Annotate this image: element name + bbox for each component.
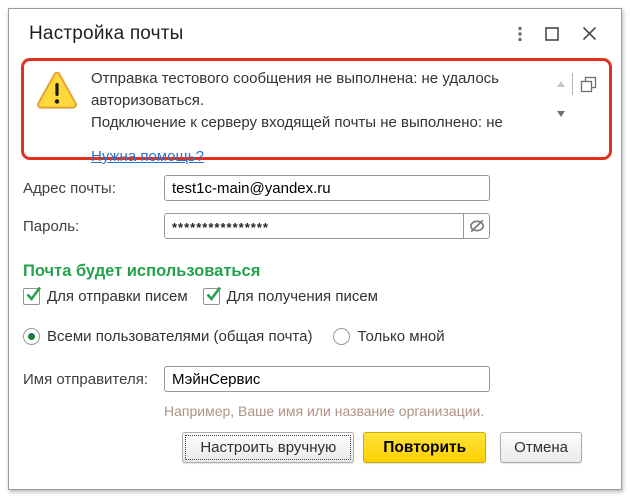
alert-scroll-controls <box>557 68 603 151</box>
radio-label: Только мной <box>357 328 444 345</box>
radio-circle[interactable] <box>23 328 40 345</box>
radio-all-users[interactable]: Всеми пользователями (общая почта) <box>23 328 312 345</box>
eye-slash-icon[interactable] <box>463 214 489 238</box>
divider <box>572 73 573 95</box>
configure-manually-button[interactable]: Настроить вручную <box>182 432 354 463</box>
password-row: Пароль: <box>23 213 621 239</box>
alert-line: авторизоваться. <box>91 90 557 112</box>
alert-line: Подключение к серверу входящей почты не … <box>91 112 557 134</box>
checkbox-send-mail[interactable]: Для отправки писем <box>23 288 188 305</box>
checkbox-receive-mail[interactable]: Для получения писем <box>203 288 378 305</box>
mail-settings-dialog: Настройка почты <box>8 8 622 490</box>
titlebar: Настройка почты <box>9 9 621 58</box>
alert-line: Отправка тестового сообщения не выполнен… <box>91 68 557 90</box>
sender-name-field[interactable] <box>164 366 490 392</box>
help-link[interactable]: Нужна помощь? <box>91 148 204 165</box>
email-field[interactable] <box>164 175 490 201</box>
checkbox-box[interactable] <box>23 288 40 305</box>
password-field-wrap <box>164 213 490 239</box>
scroll-down-icon[interactable] <box>557 111 565 117</box>
radio-circle[interactable] <box>333 328 350 345</box>
error-alert: Отправка тестового сообщения не выполнен… <box>21 58 612 160</box>
menu-dots-icon[interactable] <box>518 25 522 43</box>
usage-section-header: Почта будет использоваться <box>23 262 621 281</box>
radio-dot <box>28 333 35 340</box>
checkbox-label: Для получения писем <box>227 288 378 305</box>
radio-only-me[interactable]: Только мной <box>333 328 444 345</box>
cancel-button[interactable]: Отмена <box>500 432 582 463</box>
usage-radio-row: Всеми пользователями (общая почта) Тольк… <box>23 328 621 345</box>
copy-icon[interactable] <box>580 76 597 93</box>
window-controls <box>518 25 597 43</box>
footer-buttons: Настроить вручную Повторить Отмена <box>9 432 621 463</box>
scroll-up-icon[interactable] <box>557 81 565 87</box>
sender-name-row: Имя отправителя: <box>23 366 621 392</box>
close-icon[interactable] <box>582 25 597 43</box>
radio-label: Всеми пользователями (общая почта) <box>47 328 312 345</box>
checkbox-label: Для отправки писем <box>47 288 188 305</box>
page-title: Настройка почты <box>29 23 518 45</box>
retry-button[interactable]: Повторить <box>363 432 486 463</box>
email-row: Адрес почты: <box>23 175 621 201</box>
sender-name-label: Имя отправителя: <box>23 371 164 388</box>
alert-message: Отправка тестового сообщения не выполнен… <box>91 68 557 151</box>
usage-checkbox-row: Для отправки писем Для получения писем <box>23 288 621 305</box>
sender-name-hint: Например, Ваше имя или название организа… <box>164 403 621 419</box>
warning-icon <box>36 71 78 111</box>
checkbox-box[interactable] <box>203 288 220 305</box>
maximize-icon[interactable] <box>545 25 559 43</box>
email-label: Адрес почты: <box>23 180 164 197</box>
password-field[interactable] <box>165 214 463 238</box>
password-label: Пароль: <box>23 218 164 235</box>
